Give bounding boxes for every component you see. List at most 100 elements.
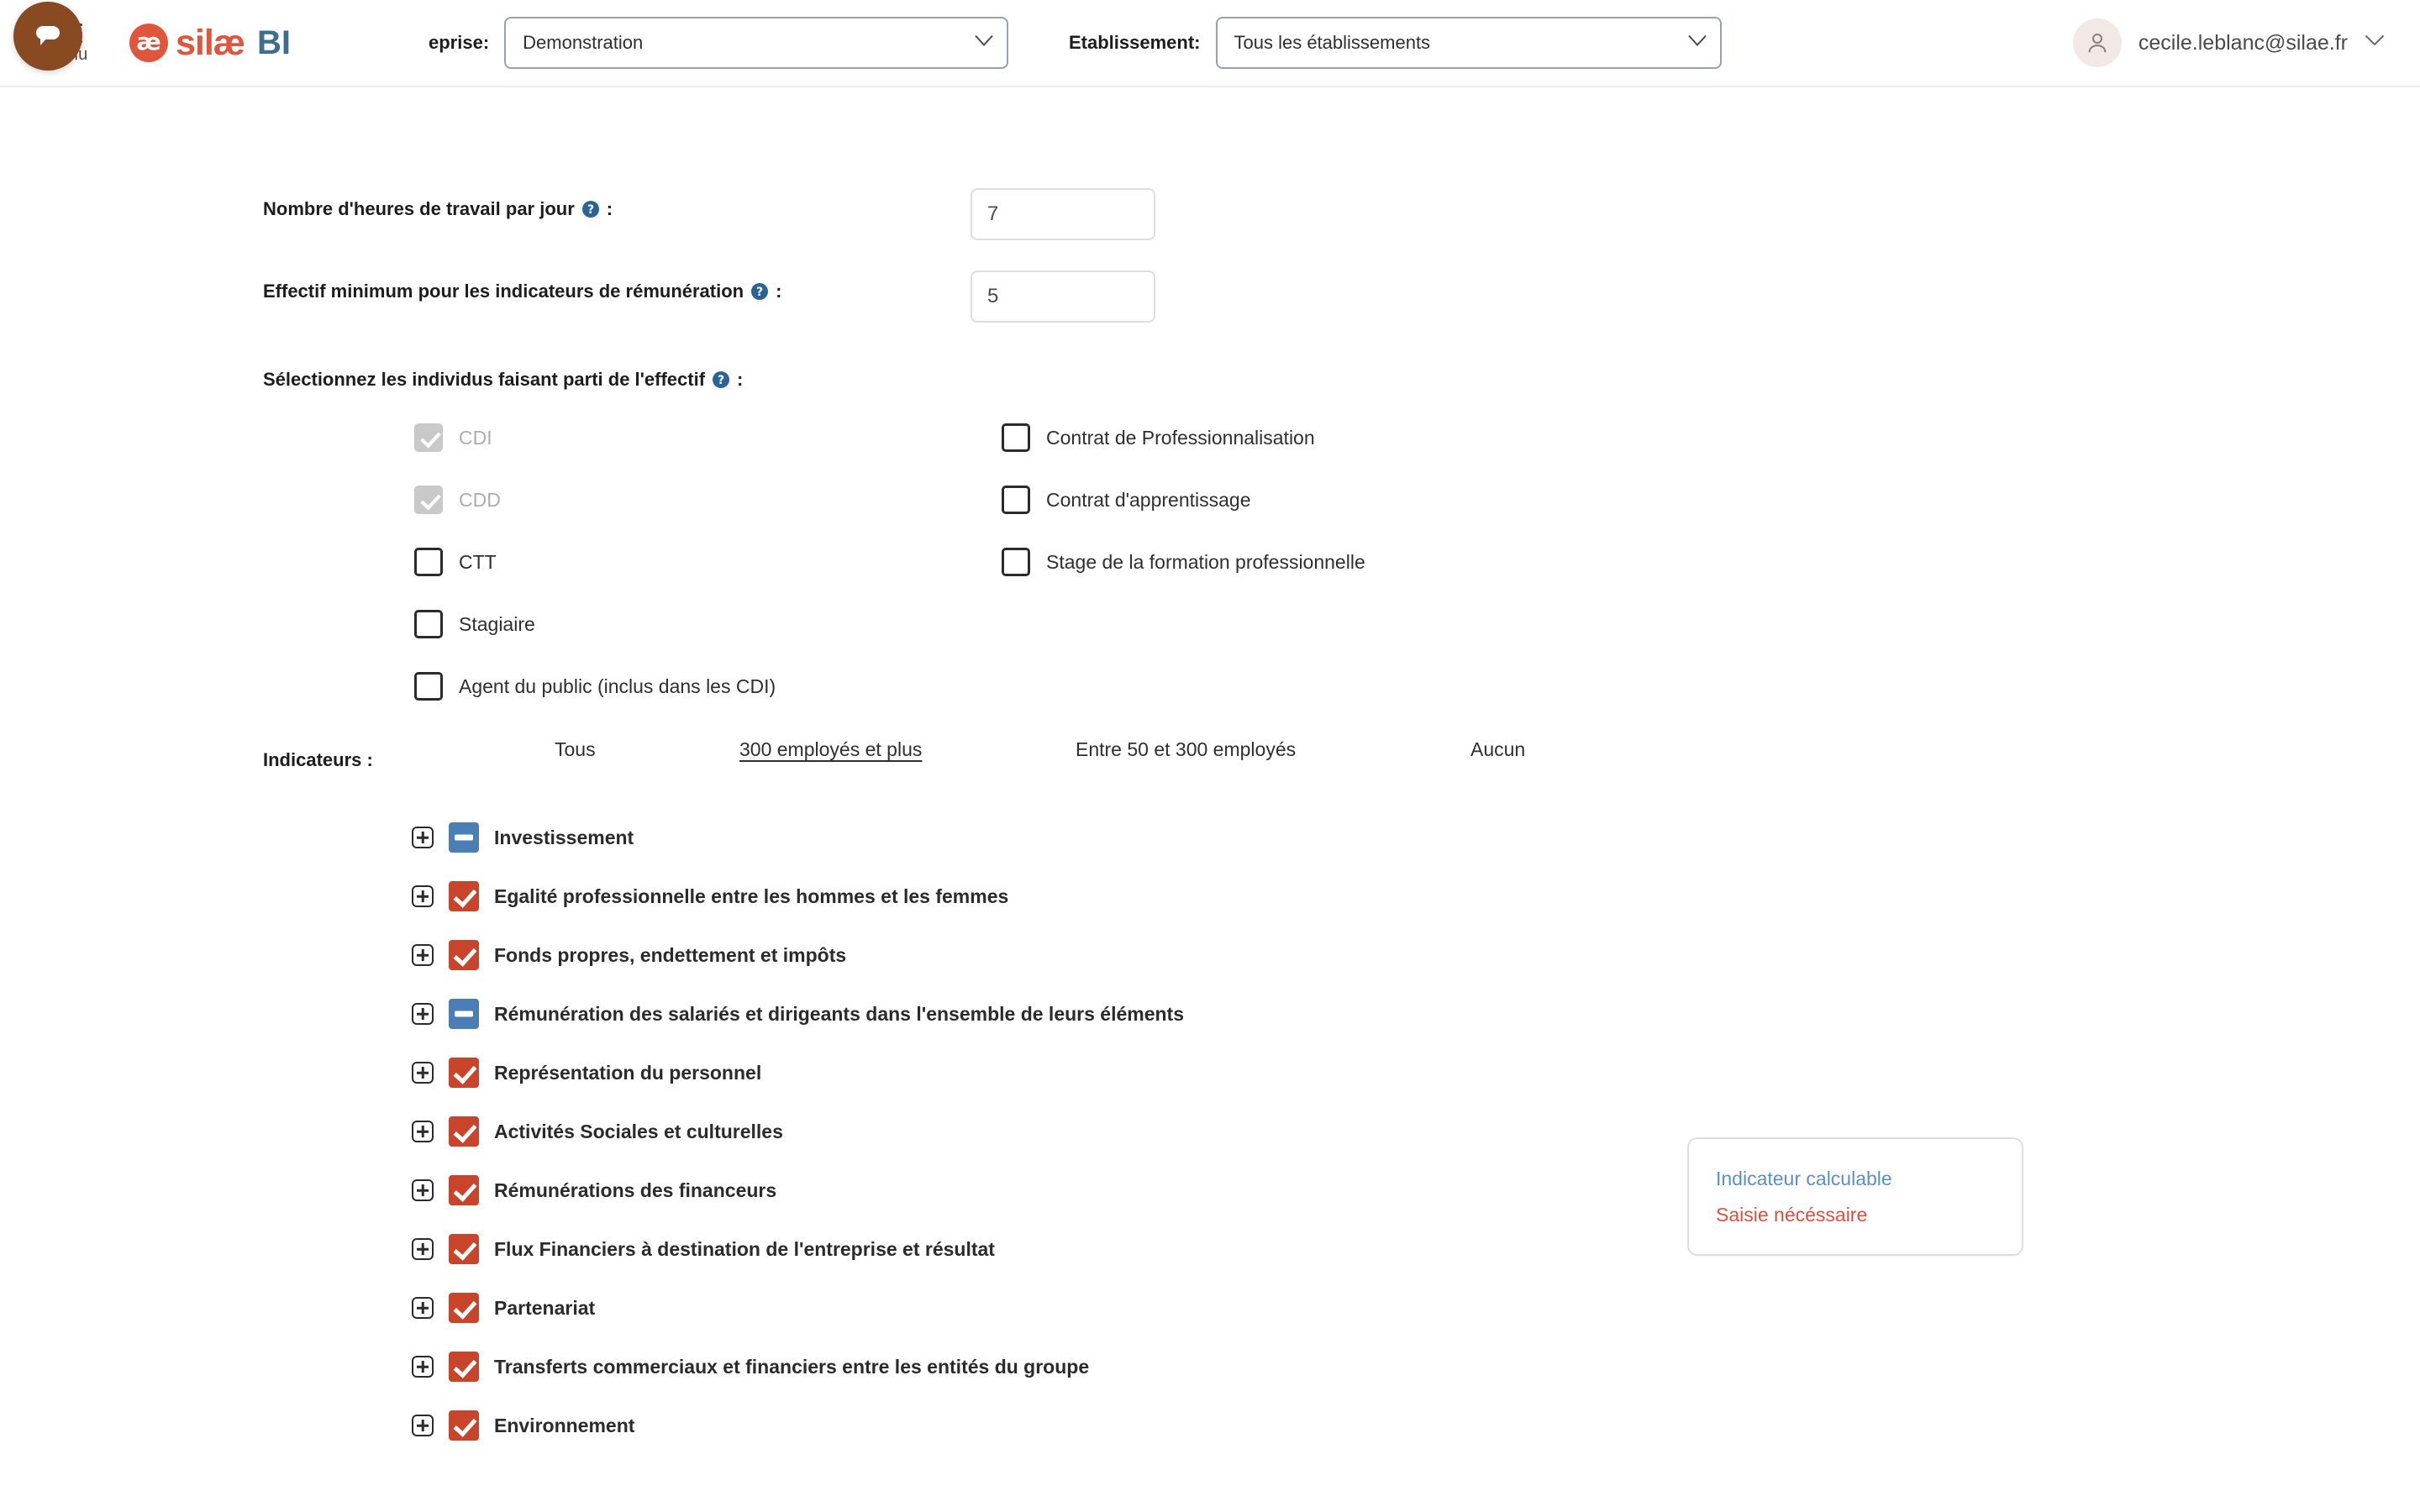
staff-type-label: CDI xyxy=(459,426,492,449)
expand-plus-icon[interactable] xyxy=(412,1062,434,1084)
staff-type-item: CDI xyxy=(414,423,776,452)
staff-type-list-left: CDI CDD CTT Stagiaire Agent du public (inclu… xyxy=(414,423,776,701)
indicator-checkbox[interactable] xyxy=(449,940,479,970)
hours-per-day-row: Nombre d'heures de travail par jour ? : xyxy=(263,198,613,220)
establishment-select-value[interactable]: Tous les établissements xyxy=(1215,17,1722,69)
user-email-label: cecile.leblanc@silae.fr xyxy=(2138,30,2348,55)
staff-type-label: Stagiaire xyxy=(459,612,535,635)
staff-type-item[interactable]: Contrat d'apprentissage xyxy=(1002,486,1365,514)
indicator-label: Transferts commerciaux et financiers ent… xyxy=(494,1355,1090,1378)
indicator-checkbox[interactable] xyxy=(449,822,479,853)
staff-type-checkbox[interactable] xyxy=(414,610,443,638)
staff-type-label: CDD xyxy=(459,488,501,511)
staff-type-checkbox[interactable] xyxy=(1002,486,1030,514)
legend-calculable-label: Indicateur calculable xyxy=(1716,1168,1892,1189)
establishment-filter: Etablissement: Tous les établissements xyxy=(1069,17,1722,69)
help-icon[interactable]: ? xyxy=(750,282,769,301)
hours-per-day-input[interactable] xyxy=(971,188,1155,240)
logo-wordmark: silæ xyxy=(176,22,245,63)
expand-plus-icon[interactable] xyxy=(412,944,434,966)
legend-input-required-label: Saisie nécéssaire xyxy=(1716,1203,1868,1226)
staff-type-label: Stage de la formation professionnelle xyxy=(1046,550,1365,573)
hours-per-day-label-text: Nombre d'heures de travail par jour xyxy=(263,198,575,219)
indicator-tree-row: Environnement xyxy=(412,1410,1184,1441)
indicator-checkbox[interactable] xyxy=(449,1175,479,1205)
silae-logo-mark-icon: æ xyxy=(129,24,168,62)
indicator-tree-row: Rémunérations des financeurs xyxy=(412,1175,1184,1205)
min-staff-input[interactable] xyxy=(971,270,1155,323)
indicator-checkbox[interactable] xyxy=(449,1352,479,1382)
enterprise-filter-label: eprise: xyxy=(429,32,490,53)
help-icon[interactable]: ? xyxy=(712,370,730,389)
indicator-label: Flux Financiers à destination de l'entre… xyxy=(494,1237,995,1260)
expand-plus-icon[interactable] xyxy=(412,1415,434,1436)
staff-type-checkbox[interactable] xyxy=(414,548,443,576)
staff-type-label: Contrat de Professionnalisation xyxy=(1046,426,1315,449)
staff-type-item[interactable]: Stage de la formation professionnelle xyxy=(1002,548,1365,576)
expand-plus-icon[interactable] xyxy=(412,1003,434,1025)
chat-bubble-icon xyxy=(29,16,66,57)
enterprise-select-value[interactable]: Demonstration xyxy=(504,17,1009,69)
indicator-checkbox[interactable] xyxy=(449,999,479,1029)
establishment-filter-label: Etablissement: xyxy=(1069,32,1201,53)
indicator-tree-row: Fonds propres, endettement et impôts xyxy=(412,940,1184,970)
indicator-checkbox[interactable] xyxy=(449,881,479,911)
staff-selection-colon: : xyxy=(737,369,744,390)
indicator-checkbox[interactable] xyxy=(449,1116,479,1147)
indicator-label: Activités Sociales et culturelles xyxy=(494,1120,783,1142)
min-staff-label-text: Effectif minimum pour les indicateurs de… xyxy=(263,281,744,302)
expand-plus-icon[interactable] xyxy=(412,1356,434,1378)
silae-bi-logo: æ silæ BI xyxy=(129,24,291,62)
enterprise-filter: eprise: Demonstration xyxy=(429,17,1009,69)
staff-type-checkbox xyxy=(414,486,443,514)
staff-selection-label-text: Sélectionnez les individus faisant parti… xyxy=(263,369,706,390)
indicator-label: Rémunération des salariés et dirigeants … xyxy=(494,1002,1185,1025)
staff-type-label: Contrat d'apprentissage xyxy=(1046,488,1251,511)
svg-text:?: ? xyxy=(718,374,724,387)
staff-type-checkbox[interactable] xyxy=(1002,423,1030,452)
expand-plus-icon[interactable] xyxy=(412,1179,434,1201)
indicator-tree-row: Transferts commerciaux et financiers ent… xyxy=(412,1352,1184,1382)
indicator-checkbox[interactable] xyxy=(449,1234,479,1264)
indicator-label: Fonds propres, endettement et impôts xyxy=(494,943,847,966)
staff-type-item: CDD xyxy=(414,486,776,514)
indicator-label: Egalité professionnelle entre les hommes… xyxy=(494,885,1009,907)
establishment-select[interactable]: Tous les établissements xyxy=(1215,17,1722,69)
min-staff-colon: : xyxy=(776,281,782,302)
enterprise-select[interactable]: Demonstration xyxy=(504,17,1009,69)
expand-plus-icon[interactable] xyxy=(412,1297,434,1319)
indicator-scope-link[interactable]: Aucun xyxy=(1470,738,1525,761)
staff-type-item[interactable]: CTT xyxy=(414,548,776,576)
indicator-scope-link[interactable]: Tous xyxy=(555,738,596,761)
staff-type-label: CTT xyxy=(459,550,497,573)
indicator-label: Partenariat xyxy=(494,1296,596,1319)
indicator-tree-row: Rémunération des salariés et dirigeants … xyxy=(412,999,1184,1029)
indicator-label: Représentation du personnel xyxy=(494,1061,762,1084)
staff-selection-label: Sélectionnez les individus faisant parti… xyxy=(263,369,743,391)
expand-plus-icon[interactable] xyxy=(412,885,434,907)
chevron-down-icon xyxy=(2365,34,2385,51)
expand-plus-icon[interactable] xyxy=(412,1121,434,1142)
staff-type-item[interactable]: Contrat de Professionnalisation xyxy=(1002,423,1365,452)
indicator-scope-link[interactable]: 300 employés et plus xyxy=(739,738,922,761)
indicator-checkbox[interactable] xyxy=(449,1410,479,1441)
staff-type-item[interactable]: Agent du public (inclus dans les CDI) xyxy=(414,672,776,701)
expand-plus-icon[interactable] xyxy=(412,1238,434,1260)
help-icon[interactable]: ? xyxy=(581,200,600,218)
indicator-tree: Investissement Egalité professionnelle en… xyxy=(412,822,1184,1441)
staff-type-checkbox[interactable] xyxy=(1002,548,1030,576)
indicator-checkbox[interactable] xyxy=(449,1293,479,1323)
indicator-checkbox[interactable] xyxy=(449,1058,479,1088)
staff-type-item[interactable]: Stagiaire xyxy=(414,610,776,638)
indicator-scope-link[interactable]: Entre 50 et 300 employés xyxy=(1076,738,1296,761)
chat-launcher-button[interactable] xyxy=(13,2,82,71)
hours-per-day-colon: : xyxy=(606,198,613,219)
indicators-label: Indicateurs : xyxy=(263,749,373,770)
indicator-label: Investissement xyxy=(494,826,634,848)
legend-card: Indicateur calculable Saisie nécéssaire xyxy=(1687,1137,2023,1257)
user-account-menu[interactable]: cecile.leblanc@silae.fr xyxy=(2072,18,2385,67)
staff-type-checkbox[interactable] xyxy=(414,672,443,701)
expand-plus-icon[interactable] xyxy=(412,827,434,848)
min-staff-row: Effectif minimum pour les indicateurs de… xyxy=(263,281,781,302)
indicator-tree-row: Activités Sociales et culturelles xyxy=(412,1116,1184,1147)
